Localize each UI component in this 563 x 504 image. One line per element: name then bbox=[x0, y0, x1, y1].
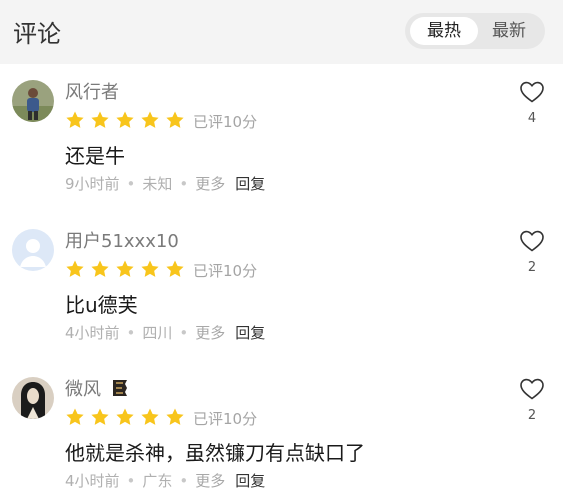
separator-dot: • bbox=[179, 472, 189, 490]
comment-content: 比u德芙 bbox=[65, 293, 138, 317]
comment-meta: 9小时前 • 未知 • 更多 回复 bbox=[65, 173, 265, 194]
more-link[interactable]: 更多 bbox=[195, 470, 225, 491]
comment-time: 4小时前 bbox=[65, 324, 120, 342]
star-icon bbox=[166, 260, 184, 277]
separator-dot: • bbox=[126, 472, 136, 490]
separator-dot: • bbox=[179, 324, 189, 342]
comment-time: 4小时前 bbox=[65, 472, 120, 490]
comment-time: 9小时前 bbox=[65, 175, 120, 193]
like-count: 2 bbox=[527, 260, 537, 275]
reply-button[interactable]: 回复 bbox=[235, 173, 265, 194]
separator-dot: • bbox=[179, 175, 189, 193]
comments-header: 评论 最热 最新 bbox=[0, 0, 563, 64]
comment-content: 他就是杀神，虽然镰刀有点缺口了 bbox=[65, 441, 365, 465]
rating-stars bbox=[65, 407, 190, 429]
dark-character-avatar-icon bbox=[12, 377, 54, 419]
sort-new-tab[interactable]: 最新 bbox=[478, 17, 540, 45]
separator-dot: • bbox=[126, 324, 136, 342]
star-icon bbox=[166, 408, 184, 425]
avatar[interactable] bbox=[12, 229, 54, 271]
score-text: 已评10分 bbox=[193, 262, 258, 280]
more-link[interactable]: 更多 bbox=[195, 173, 225, 194]
star-icon bbox=[91, 408, 109, 425]
score-text: 已评10分 bbox=[193, 113, 258, 131]
level-badge-icon bbox=[113, 380, 127, 396]
star-icon bbox=[116, 260, 134, 277]
page-title: 评论 bbox=[13, 20, 61, 48]
comment-location: 未知 bbox=[142, 175, 173, 193]
star-icon bbox=[66, 408, 84, 425]
rating-stars bbox=[65, 110, 190, 132]
comment-content: 还是牛 bbox=[65, 144, 125, 168]
heart-icon[interactable] bbox=[519, 377, 545, 401]
star-icon bbox=[141, 260, 159, 277]
sort-hot-tab[interactable]: 最热 bbox=[410, 17, 478, 45]
star-icon bbox=[116, 111, 134, 128]
rating-stars bbox=[65, 259, 190, 281]
sort-toggle: 最热 最新 bbox=[405, 13, 545, 49]
comment-item: 风行者 已评10分 还是牛 9小时前 • 未知 • 更多 回复 4 bbox=[0, 78, 563, 228]
comment-location: 四川 bbox=[142, 324, 173, 342]
star-icon bbox=[116, 408, 134, 425]
star-icon bbox=[166, 111, 184, 128]
star-icon bbox=[91, 260, 109, 277]
username[interactable]: 用户51xxx10 bbox=[65, 227, 179, 253]
avatar[interactable] bbox=[12, 80, 54, 122]
separator-dot: • bbox=[126, 175, 136, 193]
star-icon bbox=[141, 111, 159, 128]
star-icon bbox=[66, 260, 84, 277]
like-count: 4 bbox=[527, 111, 537, 126]
heart-icon[interactable] bbox=[519, 80, 545, 104]
person-photo-avatar-icon bbox=[12, 80, 54, 122]
star-icon bbox=[91, 111, 109, 128]
comment-item: 微风 已评10分 他就是杀神，虽然镰刀有点缺口了 4小时前 • 广东 • 更多 回复 2 bbox=[0, 375, 563, 504]
heart-icon[interactable] bbox=[519, 229, 545, 253]
username[interactable]: 风行者 bbox=[65, 78, 119, 104]
reply-button[interactable]: 回复 bbox=[235, 470, 265, 491]
reply-button[interactable]: 回复 bbox=[235, 322, 265, 343]
avatar[interactable] bbox=[12, 377, 54, 419]
comment-location: 广东 bbox=[142, 472, 173, 490]
comment-meta: 4小时前 • 广东 • 更多 回复 bbox=[65, 470, 265, 491]
like-count: 2 bbox=[527, 408, 537, 423]
more-link[interactable]: 更多 bbox=[195, 322, 225, 343]
comment-meta: 4小时前 • 四川 • 更多 回复 bbox=[65, 322, 265, 343]
star-icon bbox=[141, 408, 159, 425]
username[interactable]: 微风 bbox=[65, 375, 101, 401]
score-text: 已评10分 bbox=[193, 410, 258, 428]
comment-item: 用户51xxx10 已评10分 比u德芙 4小时前 • 四川 • 更多 回复 2 bbox=[0, 227, 563, 377]
star-icon bbox=[66, 111, 84, 128]
default-user-avatar-icon bbox=[12, 229, 54, 271]
